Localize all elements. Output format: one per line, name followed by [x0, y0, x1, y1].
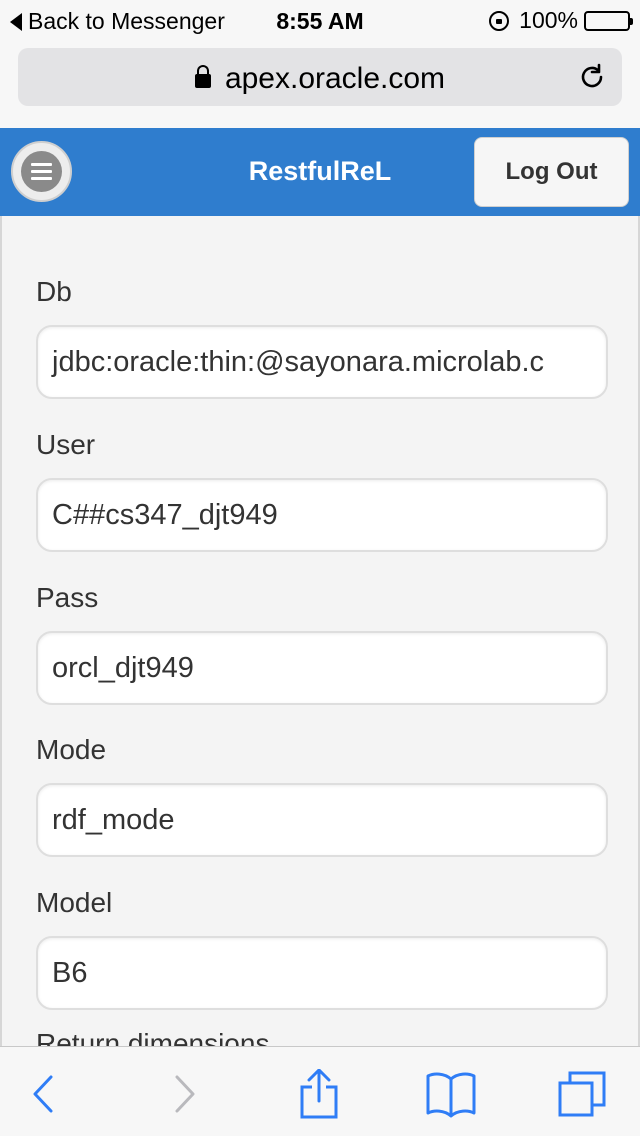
reload-icon[interactable] [578, 63, 606, 91]
pass-input[interactable]: orcl_djt949 [36, 631, 608, 705]
user-input[interactable]: C##cs347_djt949 [36, 478, 608, 552]
field-mode: Mode rdf_mode [36, 730, 608, 857]
address-display[interactable]: apex.oracle.com [18, 62, 622, 96]
field-pass: Pass orcl_djt949 [36, 578, 608, 705]
app-header: RestfulReL Log Out [0, 128, 640, 216]
mode-input[interactable]: rdf_mode [36, 783, 608, 857]
field-db: Db jdbc:oracle:thin:@sayonara.microlab.c [36, 272, 608, 399]
rotation-lock-icon [489, 10, 510, 31]
forward-icon[interactable] [158, 1069, 208, 1119]
field-model: Model B6 [36, 883, 608, 1010]
browser-address-area: apex.oracle.com [0, 40, 640, 128]
battery-percent: 100% [519, 7, 578, 33]
browser-toolbar [0, 1046, 640, 1136]
field-label: User [36, 429, 96, 460]
field-label-partial: Return dimensions [36, 1028, 270, 1046]
status-indicators: 100% [489, 7, 633, 34]
status-bar: Back to Messenger 8:55 AM 100% [0, 0, 640, 40]
model-input[interactable]: B6 [36, 936, 608, 1010]
tabs-icon[interactable] [558, 1069, 608, 1119]
field-label: Model [36, 887, 113, 918]
padlock-icon [194, 65, 211, 88]
url-text: apex.oracle.com [224, 62, 446, 95]
back-icon[interactable] [20, 1069, 70, 1119]
address-bar[interactable]: apex.oracle.com [18, 48, 622, 106]
logout-button[interactable]: Log Out [474, 137, 629, 207]
db-input[interactable]: jdbc:oracle:thin:@sayonara.microlab.c [36, 325, 608, 399]
form-content[interactable]: Db jdbc:oracle:thin:@sayonara.microlab.c… [0, 216, 640, 1046]
share-icon[interactable] [294, 1069, 344, 1119]
field-label: Pass [36, 582, 99, 613]
bookmarks-icon[interactable] [426, 1069, 476, 1119]
field-label: Db [36, 276, 72, 307]
battery-icon [584, 10, 633, 31]
field-label: Mode [36, 734, 107, 765]
field-user: User C##cs347_djt949 [36, 425, 608, 552]
